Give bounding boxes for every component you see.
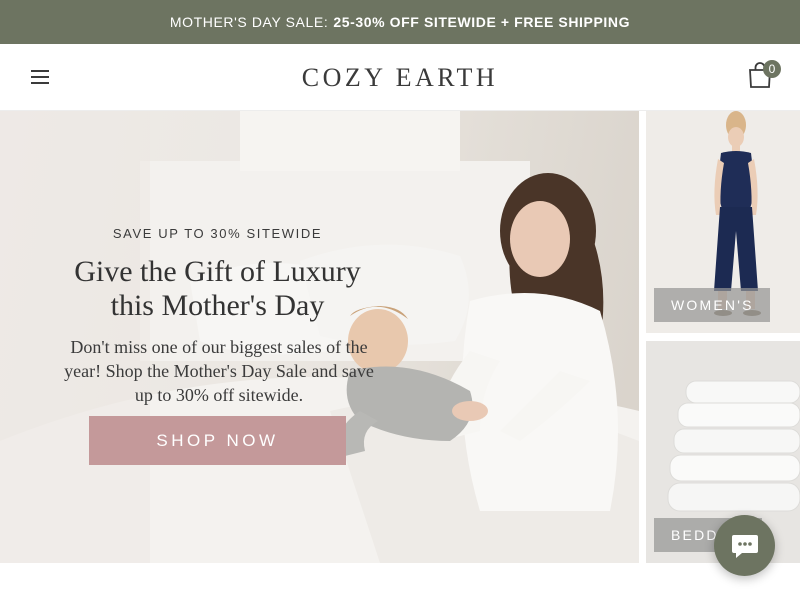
hero-subcopy: Don't miss one of our biggest sales of t… <box>64 337 374 405</box>
hamburger-menu-icon <box>31 70 49 72</box>
hero-headline: Give the Gift of Luxury this Mother's Da… <box>40 255 395 323</box>
menu-button[interactable] <box>24 64 56 90</box>
cart-count-badge: 0 <box>763 60 781 78</box>
chat-button[interactable] <box>714 515 775 576</box>
announcement-promo: 25-30% OFF SITEWIDE + FREE SHIPPING <box>333 14 631 30</box>
announcement-bar: MOTHER'S DAY SALE: 25-30% OFF SITEWIDE +… <box>0 0 800 44</box>
womens-tile-label: WOMEN'S <box>654 288 770 322</box>
site-header: COZY EARTH <box>0 44 800 111</box>
hero-headline-line1: Give the Gift of Luxury <box>74 255 361 288</box>
hero-banner: SAVE UP TO 30% SITEWIDE Give the Gift of… <box>0 111 639 563</box>
chat-bubble-icon <box>731 534 758 558</box>
logo: COZY EARTH <box>0 63 800 93</box>
cart-button[interactable]: 0 <box>748 58 784 94</box>
logo-link[interactable]: COZY EARTH <box>302 63 498 92</box>
hero-eyebrow: SAVE UP TO 30% SITEWIDE <box>112 226 323 241</box>
hero-copy: SAVE UP TO 30% SITEWIDE Give the Gift of… <box>40 222 395 407</box>
category-tile-womens[interactable]: WOMEN'S <box>646 111 800 333</box>
shop-now-button[interactable]: SHOP NOW <box>89 416 346 465</box>
hero-headline-line2: this Mother's Day <box>110 289 325 322</box>
announcement-lead: MOTHER'S DAY SALE: <box>169 14 329 30</box>
